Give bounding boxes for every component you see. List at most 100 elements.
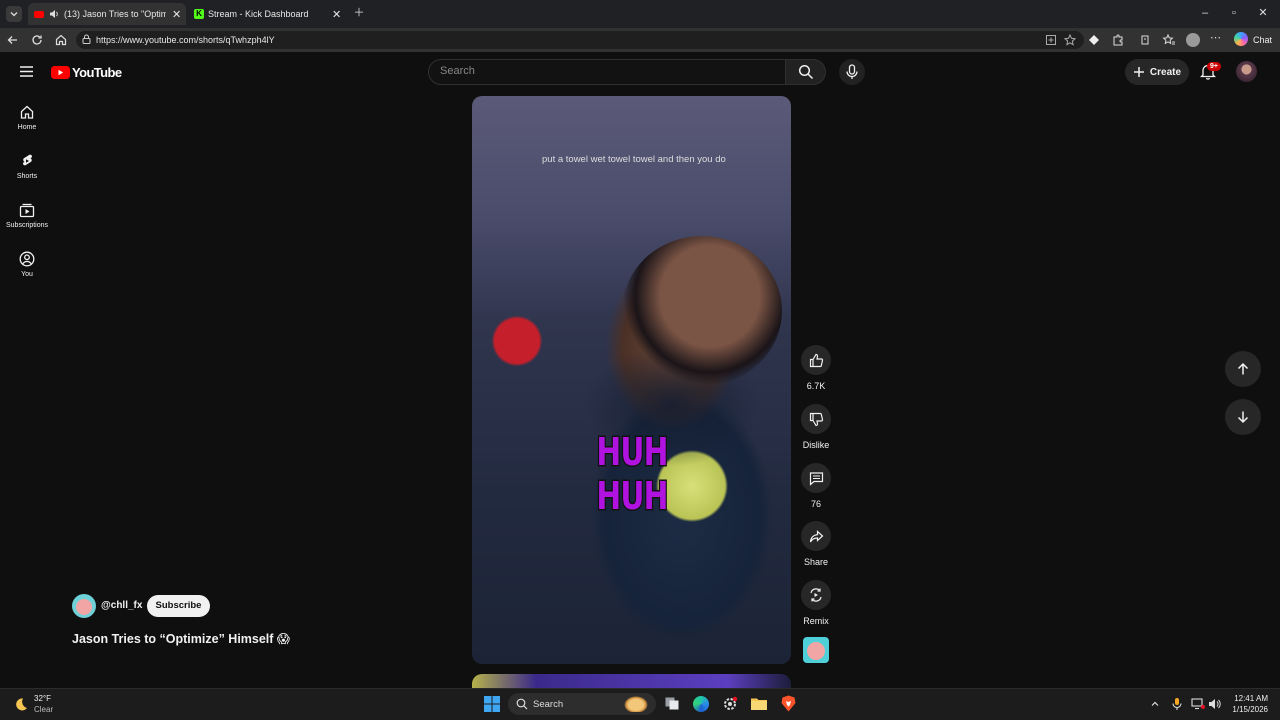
nav-you[interactable]: You — [6, 251, 48, 278]
plus-icon — [1133, 67, 1144, 77]
search-button[interactable] — [786, 59, 826, 85]
url-text: https://www.youtube.com/shorts/qTwhzph4l… — [96, 35, 275, 45]
short-video-player[interactable] — [472, 96, 791, 664]
subscriptions-icon — [19, 203, 35, 218]
youtube-logo-text: YouTube — [72, 65, 122, 80]
tab-actions-button[interactable] — [6, 6, 22, 22]
minimize-button[interactable]: – — [1198, 6, 1212, 20]
search-highlight-icon[interactable] — [624, 696, 648, 712]
clock-date[interactable]: 1/15/2026 — [1228, 705, 1268, 714]
subscribe-button[interactable]: Subscribe — [147, 595, 210, 617]
chat-label[interactable]: Chat — [1253, 35, 1272, 45]
like-count: 6.7K — [806, 381, 826, 391]
volume-icon[interactable] — [1208, 698, 1221, 710]
share-button[interactable]: Share — [801, 521, 831, 567]
search-icon — [516, 698, 528, 710]
tab-title: Stream - Kick Dashboard — [208, 9, 309, 19]
microphone-tray-icon[interactable] — [1171, 697, 1183, 711]
home-icon — [20, 105, 34, 119]
account-avatar[interactable] — [1236, 61, 1257, 82]
arrow-up-icon — [1237, 362, 1249, 375]
settings-more-icon[interactable]: ⋯ — [1210, 31, 1221, 44]
home-icon[interactable] — [54, 33, 68, 47]
video-title[interactable]: Jason Tries to “Optimize” Himself 😱 — [72, 631, 290, 646]
tab-youtube[interactable]: (13) Jason Tries to "Optimize" ✕ — [28, 3, 186, 25]
task-view-icon[interactable] — [665, 697, 679, 710]
favorite-star-icon[interactable] — [1063, 33, 1077, 47]
refresh-icon[interactable] — [30, 33, 44, 47]
extension-puzzle-icon[interactable] — [1111, 33, 1125, 47]
close-window-button[interactable]: ✕ — [1256, 6, 1270, 20]
brave-browser-icon[interactable] — [781, 695, 796, 712]
app-available-icon[interactable] — [1044, 33, 1058, 47]
speaker-icon[interactable] — [48, 8, 60, 20]
nav-label: You — [21, 271, 33, 278]
chevron-up-icon[interactable] — [1150, 699, 1160, 709]
previous-short-button[interactable] — [1225, 351, 1261, 387]
microphone-icon — [846, 64, 858, 79]
edge-browser-icon[interactable] — [693, 696, 709, 712]
favorites-icon[interactable] — [1162, 33, 1176, 47]
background-red-object — [472, 296, 562, 386]
nav-label: Subscriptions — [6, 222, 49, 229]
network-icon[interactable] — [1191, 698, 1205, 710]
file-explorer-icon[interactable] — [751, 697, 767, 710]
remix-icon — [810, 588, 822, 602]
video-overlay-text: HUH HUH — [595, 429, 669, 520]
comment-icon — [809, 471, 823, 486]
share-label: Share — [803, 557, 829, 567]
tab-close-icon[interactable]: ✕ — [332, 8, 341, 21]
cartoon-face — [807, 642, 825, 660]
settings-gear-icon[interactable] — [722, 696, 738, 712]
kick-favicon-icon: K — [194, 9, 204, 19]
youtube-favicon-icon — [34, 10, 44, 18]
create-button[interactable]: Create — [1125, 59, 1189, 85]
voice-search-button[interactable] — [839, 59, 865, 85]
tab-close-icon[interactable]: ✕ — [172, 8, 181, 21]
menu-hamburger-icon[interactable] — [19, 65, 34, 78]
channel-avatar[interactable] — [72, 594, 96, 618]
extension-diamond-icon[interactable] — [1087, 33, 1101, 47]
weather-moon-icon[interactable] — [12, 696, 28, 712]
video-caption: put a towel wet towel towel and then you… — [542, 154, 726, 165]
youtube-play-icon — [51, 66, 70, 79]
back-icon[interactable] — [6, 33, 20, 47]
youtube-logo[interactable]: YouTube — [51, 65, 122, 80]
you-icon — [19, 251, 35, 267]
copilot-icon[interactable] — [1234, 32, 1248, 46]
remix-button[interactable]: Remix — [801, 580, 831, 626]
nav-subscriptions[interactable]: Subscriptions — [6, 202, 48, 229]
chevron-down-icon — [10, 12, 18, 17]
shorts-icon — [23, 154, 32, 166]
thumbs-down-icon — [809, 412, 823, 426]
start-button[interactable] — [484, 696, 500, 712]
nav-home[interactable]: Home — [6, 104, 48, 131]
next-short-preview[interactable] — [472, 674, 791, 688]
comments-button[interactable]: 76 — [801, 463, 831, 509]
clock-time[interactable]: 12:41 AM — [1234, 694, 1268, 703]
profile-avatar[interactable] — [1186, 33, 1200, 47]
notification-badge: 9+ — [1207, 62, 1221, 71]
audio-source-thumbnail[interactable] — [803, 637, 829, 663]
weather-temp: 32°F — [34, 694, 51, 703]
site-info-icon[interactable] — [81, 34, 92, 45]
windows-logo-icon — [484, 696, 500, 712]
maximize-button[interactable]: ▫ — [1227, 6, 1241, 20]
share-arrow-icon — [809, 529, 823, 542]
dislike-button[interactable]: Dislike — [801, 404, 831, 450]
nav-label: Home — [17, 124, 37, 131]
weather-desc: Clear — [34, 705, 54, 714]
search-input[interactable] — [440, 63, 770, 79]
extensions-icon[interactable] — [1138, 33, 1152, 47]
next-short-button[interactable] — [1225, 399, 1261, 435]
dislike-label: Dislike — [802, 440, 830, 450]
nav-shorts[interactable]: Shorts — [6, 153, 48, 180]
channel-name[interactable]: @chll_fx — [101, 600, 142, 611]
remix-label: Remix — [803, 616, 829, 626]
tab-kick[interactable]: K Stream - Kick Dashboard ✕ — [188, 3, 346, 25]
tab-title: (13) Jason Tries to "Optimize" — [64, 9, 166, 19]
new-tab-button[interactable]: ＋ — [352, 6, 366, 20]
create-label: Create — [1149, 66, 1182, 78]
like-button[interactable]: 6.7K — [801, 345, 831, 391]
arrow-down-icon — [1237, 411, 1249, 424]
